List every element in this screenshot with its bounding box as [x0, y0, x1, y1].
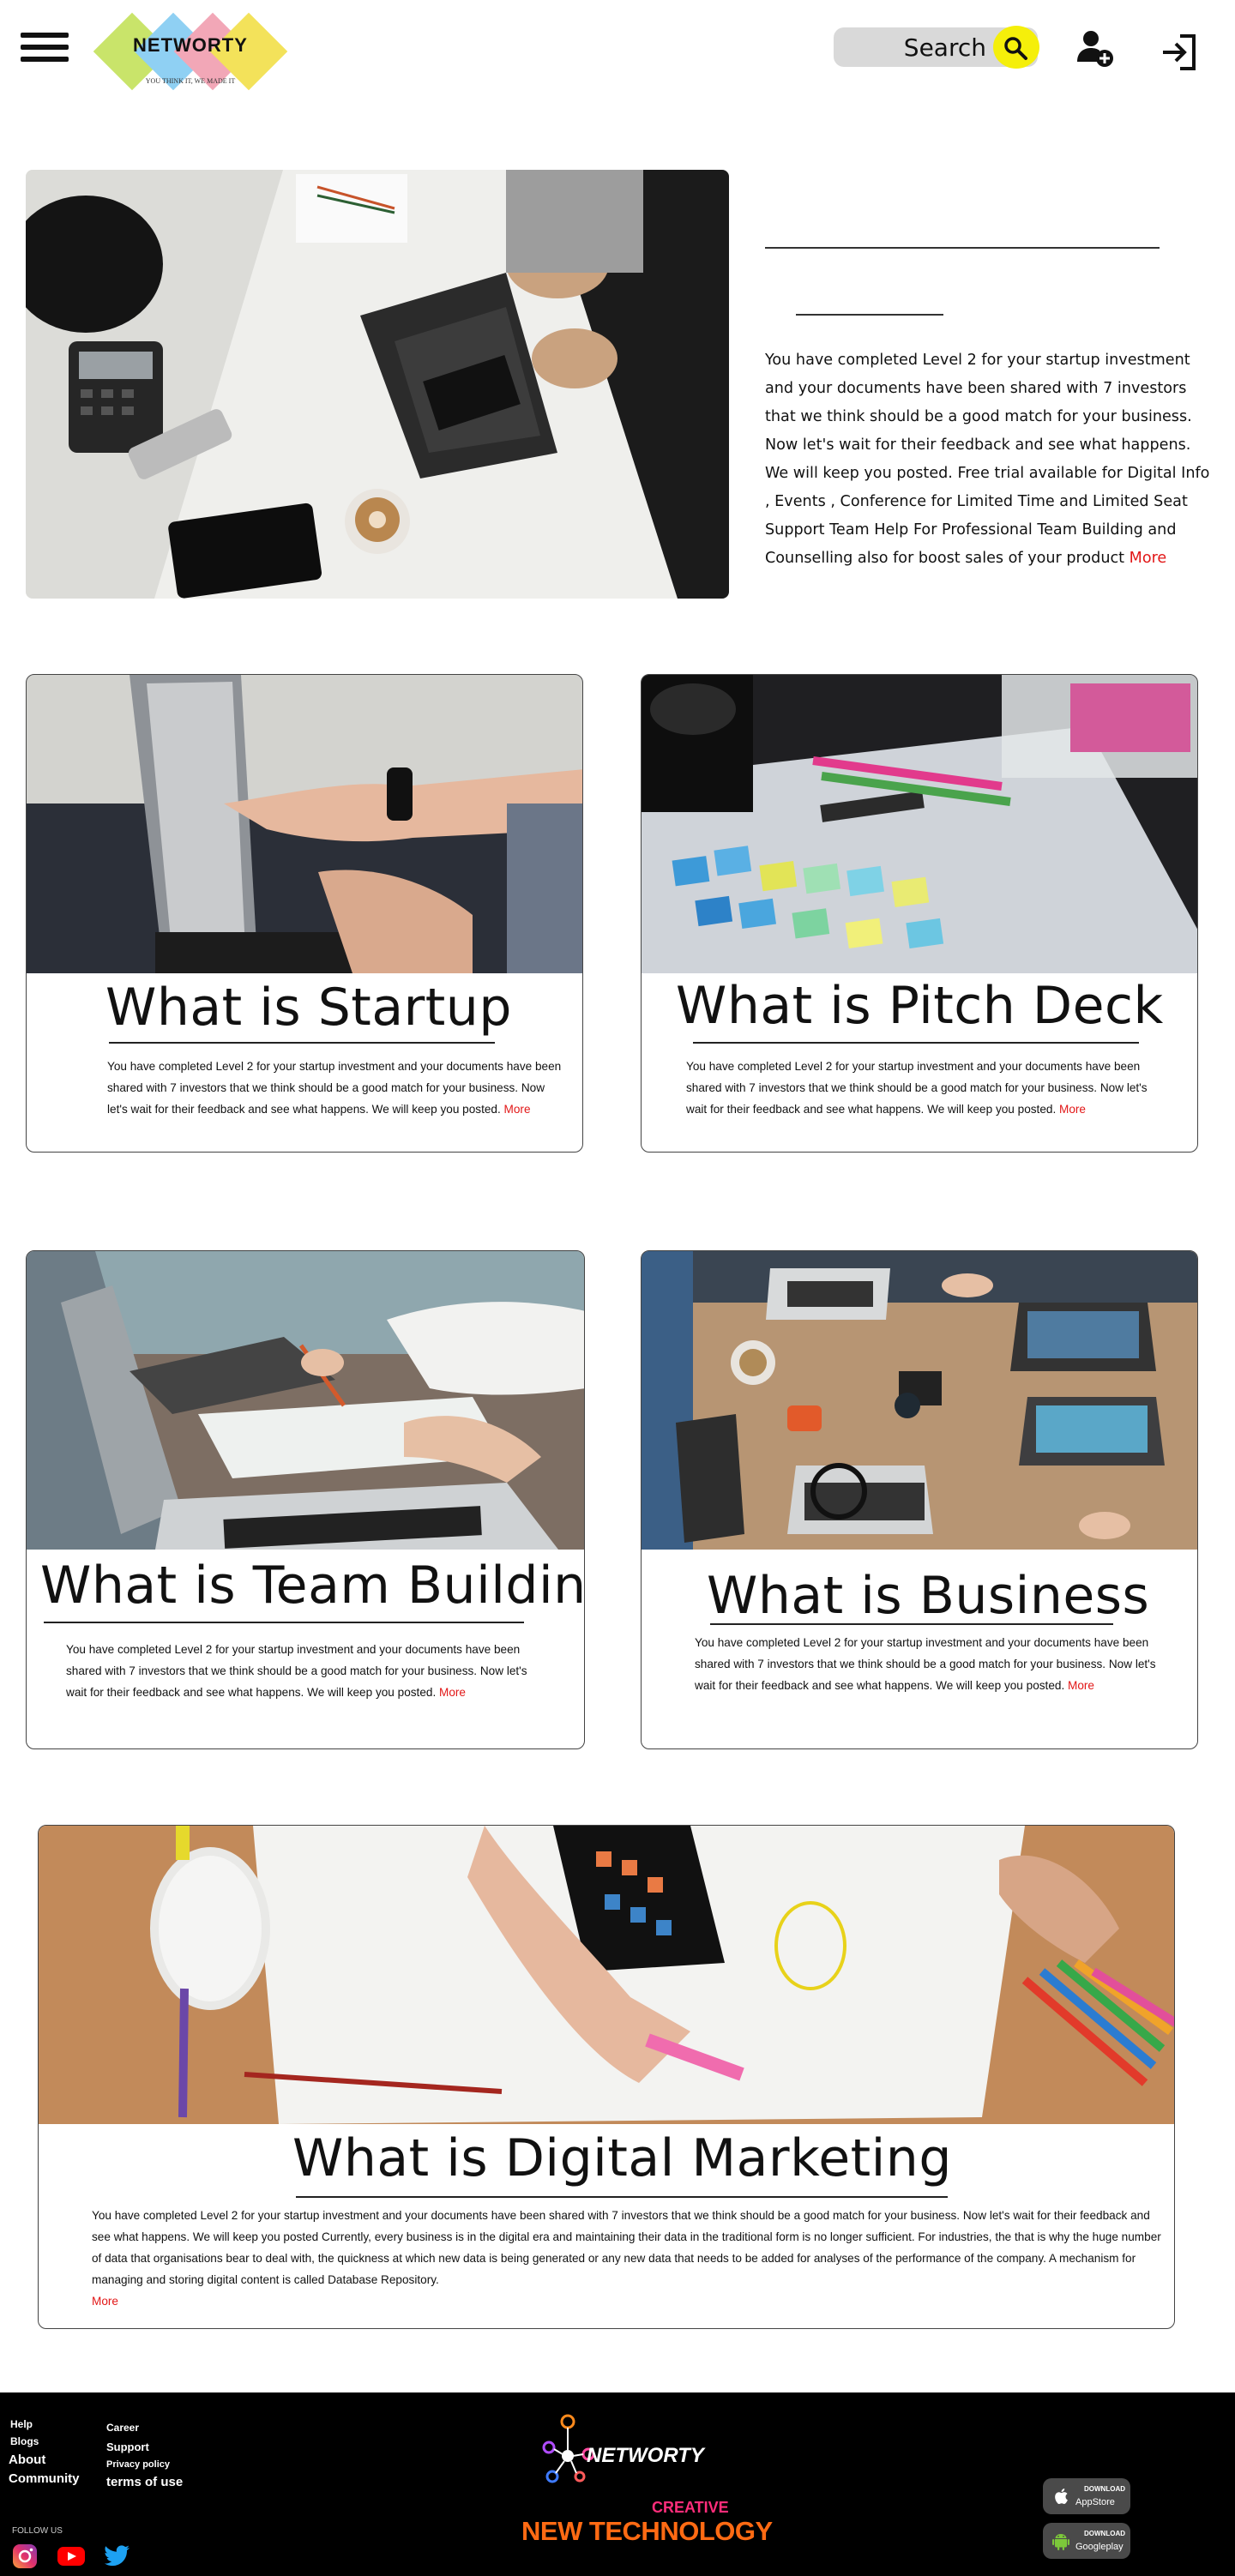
googleplay-download-button[interactable]: DOWNLOAD Googleplay: [1043, 2523, 1130, 2559]
search-icon: [1004, 37, 1027, 60]
card-startup-underline: [109, 1042, 495, 1044]
card-team-building-image: [27, 1251, 584, 1550]
card-team-building-text: You have completed Level 2 for your star…: [66, 1643, 527, 1699]
apple-icon: [1055, 2489, 1068, 2505]
instagram-icon[interactable]: [12, 2543, 38, 2569]
card-pitch-deck-title: What is Pitch Deck: [676, 976, 1164, 1036]
card-startup-text: You have completed Level 2 for your star…: [107, 1060, 562, 1116]
footer-link-community[interactable]: Community: [9, 2471, 80, 2486]
hero-divider-top: [765, 247, 1160, 249]
hero-image: [26, 170, 729, 599]
card-business-text: You have completed Level 2 for your star…: [695, 1636, 1156, 1692]
search-bar: [834, 26, 1039, 69]
footer-brand: NETWORTY: [587, 2444, 704, 2467]
card-pitch-deck-image: [642, 675, 1197, 973]
card-startup-image: [27, 675, 582, 973]
footer-link-about[interactable]: About: [9, 2453, 45, 2467]
hero-more-link[interactable]: More: [1130, 550, 1167, 567]
site-logo[interactable]: NETWORTY YOU THINK IT, WE MADE IT: [93, 12, 288, 91]
footer-link-blogs[interactable]: Blogs: [10, 2435, 39, 2447]
card-digital-marketing-more-link[interactable]: More: [92, 2295, 118, 2308]
footer-link-terms-of-use[interactable]: terms of use: [106, 2475, 183, 2489]
card-business-title: What is Business: [707, 1566, 1150, 1626]
card-startup-more-link[interactable]: More: [504, 1103, 531, 1116]
card-business: What is Business You have completed Leve…: [641, 1250, 1198, 1749]
card-team-building: What is Team Building You have completed…: [26, 1250, 585, 1749]
menu-icon[interactable]: [21, 33, 69, 62]
card-business-underline: [710, 1623, 1113, 1625]
twitter-icon[interactable]: [105, 2545, 130, 2567]
appstore-download-label: DOWNLOAD: [1084, 2485, 1125, 2493]
footer-link-career[interactable]: Career: [106, 2422, 139, 2434]
hero-text: You have completed Level 2 for your star…: [765, 352, 1210, 567]
googleplay-download-label: DOWNLOAD: [1084, 2530, 1125, 2537]
footer-link-support[interactable]: Support: [106, 2441, 149, 2453]
card-pitch-deck-text: You have completed Level 2 for your star…: [686, 1060, 1148, 1116]
login-icon[interactable]: [1160, 33, 1199, 72]
logo-tagline: YOU THINK IT, WE MADE IT: [145, 77, 236, 85]
card-digital-marketing-image: [39, 1826, 1174, 2124]
card-pitch-deck: What is Pitch Deck You have completed Le…: [641, 674, 1198, 1153]
appstore-label: AppStore: [1075, 2497, 1115, 2507]
card-digital-marketing: What is Digital Marketing You have compl…: [38, 1825, 1175, 2329]
site-header: NETWORTY YOU THINK IT, WE MADE IT: [0, 0, 1235, 94]
footer-link-privacy-policy[interactable]: Privacy policy: [106, 2459, 170, 2470]
hero-divider-short: [796, 314, 943, 316]
card-business-more-link[interactable]: More: [1068, 1679, 1094, 1692]
appstore-download-button[interactable]: DOWNLOAD AppStore: [1043, 2478, 1130, 2514]
card-team-building-title: What is Team Building: [40, 1556, 585, 1616]
card-digital-marketing-underline: [296, 2196, 948, 2198]
footer-follow-us: FOLLOW US: [12, 2526, 63, 2536]
footer-link-help[interactable]: Help: [10, 2418, 33, 2430]
card-team-building-underline: [44, 1622, 524, 1623]
hero-description: You have completed Level 2 for your star…: [765, 346, 1211, 573]
android-icon: [1052, 2534, 1069, 2550]
card-startup-title: What is Startup: [105, 978, 512, 1038]
card-digital-marketing-text: You have completed Level 2 for your star…: [92, 2209, 1161, 2308]
footer-new-technology: NEW TECHNOLOGY: [521, 2516, 773, 2546]
youtube-icon[interactable]: [57, 2545, 86, 2567]
card-business-image: [642, 1251, 1197, 1550]
search-input[interactable]: [849, 31, 986, 63]
card-startup: What is Startup You have completed Level…: [26, 674, 583, 1153]
card-team-building-more-link[interactable]: More: [439, 1686, 466, 1699]
footer-creative: CREATIVE: [652, 2499, 729, 2516]
card-pitch-deck-underline: [693, 1042, 1139, 1044]
card-digital-marketing-title: What is Digital Marketing: [292, 2128, 952, 2188]
site-footer: Help Blogs About Community Career Suppor…: [0, 2392, 1235, 2576]
card-pitch-deck-more-link[interactable]: More: [1059, 1103, 1086, 1116]
search-button[interactable]: [993, 26, 1039, 69]
add-user-icon[interactable]: [1074, 27, 1117, 70]
googleplay-label: Googleplay: [1075, 2542, 1124, 2552]
logo-brand-text: NETWORTY: [133, 34, 248, 56]
